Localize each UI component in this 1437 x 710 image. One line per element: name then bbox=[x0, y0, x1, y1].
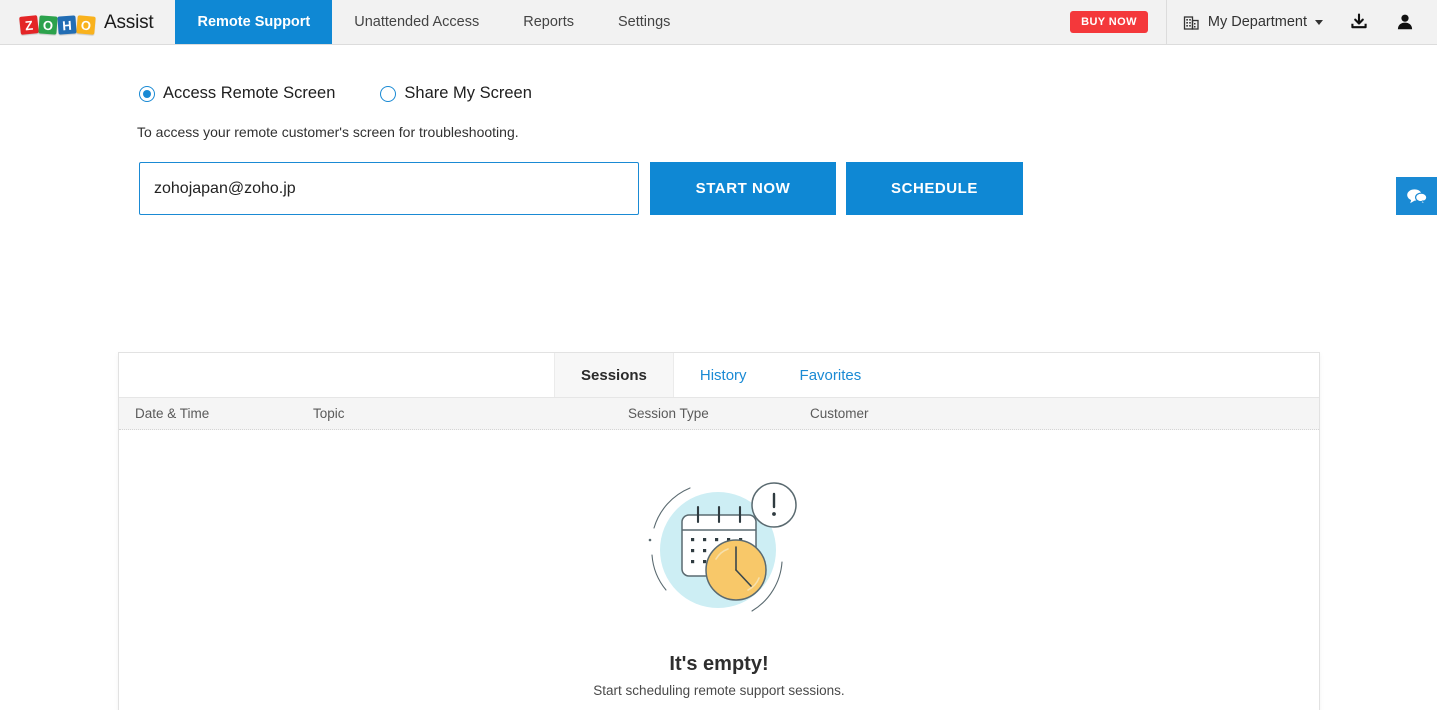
panel-tabs: Sessions History Favorites bbox=[119, 353, 1319, 398]
session-mode-radio-group: Access Remote Screen Share My Screen bbox=[0, 45, 1437, 103]
sessions-table-header: Date & Time Topic Session Type Customer bbox=[119, 398, 1319, 430]
buy-now-button[interactable]: BUY NOW bbox=[1070, 11, 1148, 33]
logo-tile-o2: O bbox=[76, 15, 96, 35]
main-nav-items: Remote Support Unattended Access Reports… bbox=[175, 0, 692, 44]
person-icon[interactable] bbox=[1395, 12, 1415, 32]
top-navigation-bar: Z O H O Assist Remote Support Unattended… bbox=[0, 0, 1437, 45]
nav-item-label: Unattended Access bbox=[354, 14, 479, 30]
tab-sessions[interactable]: Sessions bbox=[554, 353, 674, 397]
column-header-session-type: Session Type bbox=[628, 406, 709, 421]
logo-tile-h: H bbox=[57, 15, 76, 34]
logo-tile-o1: O bbox=[38, 15, 57, 34]
main-content: Access Remote Screen Share My Screen To … bbox=[0, 45, 1437, 215]
sessions-panel: Sessions History Favorites Date & Time T… bbox=[118, 352, 1320, 710]
nav-item-label: Reports bbox=[523, 14, 574, 30]
tab-label: History bbox=[700, 367, 747, 384]
schedule-button[interactable]: SCHEDULE bbox=[846, 162, 1023, 215]
tab-label: Sessions bbox=[581, 367, 647, 384]
chat-widget-button[interactable] bbox=[1396, 177, 1437, 215]
department-label: My Department bbox=[1208, 14, 1307, 30]
building-icon bbox=[1183, 14, 1200, 31]
column-header-date-time: Date & Time bbox=[135, 406, 209, 421]
nav-item-unattended-access[interactable]: Unattended Access bbox=[332, 0, 501, 44]
column-header-topic: Topic bbox=[313, 406, 345, 421]
radio-label: Share My Screen bbox=[404, 84, 531, 103]
nav-item-label: Settings bbox=[618, 14, 670, 30]
radio-button-icon bbox=[139, 86, 155, 102]
tab-favorites[interactable]: Favorites bbox=[774, 353, 889, 397]
radio-access-remote-screen[interactable]: Access Remote Screen bbox=[139, 84, 335, 103]
department-selector[interactable]: My Department bbox=[1183, 14, 1323, 31]
radio-label: Access Remote Screen bbox=[163, 84, 335, 103]
product-name: Assist bbox=[104, 12, 153, 34]
radio-share-my-screen[interactable]: Share My Screen bbox=[380, 84, 531, 103]
session-start-form: START NOW SCHEDULE bbox=[0, 140, 1437, 215]
nav-item-settings[interactable]: Settings bbox=[596, 0, 692, 44]
brand-logo[interactable]: Z O H O Assist bbox=[0, 0, 175, 45]
header-right-actions: BUY NOW My Department bbox=[1070, 0, 1437, 44]
empty-state-title: It's empty! bbox=[669, 653, 768, 676]
start-now-button[interactable]: START NOW bbox=[650, 162, 836, 215]
customer-email-input[interactable] bbox=[139, 162, 639, 215]
logo-tile-z: Z bbox=[19, 15, 39, 35]
download-icon[interactable] bbox=[1349, 12, 1369, 32]
nav-item-label: Remote Support bbox=[197, 14, 310, 30]
nav-item-reports[interactable]: Reports bbox=[501, 0, 596, 44]
calendar-clock-alert-illustration bbox=[632, 470, 807, 635]
nav-item-remote-support[interactable]: Remote Support bbox=[175, 0, 332, 44]
tab-label: Favorites bbox=[800, 367, 862, 384]
column-header-customer: Customer bbox=[810, 406, 869, 421]
zoho-logo-icon: Z O H O bbox=[20, 12, 96, 34]
header-divider bbox=[1166, 0, 1167, 45]
chevron-down-icon bbox=[1315, 20, 1323, 25]
empty-state: It's empty! Start scheduling remote supp… bbox=[119, 430, 1319, 710]
empty-state-subtitle: Start scheduling remote support sessions… bbox=[593, 683, 844, 698]
chat-bubbles-icon bbox=[1406, 187, 1428, 206]
tab-history[interactable]: History bbox=[674, 353, 774, 397]
radio-button-icon bbox=[380, 86, 396, 102]
form-description: To access your remote customer's screen … bbox=[0, 103, 1437, 140]
